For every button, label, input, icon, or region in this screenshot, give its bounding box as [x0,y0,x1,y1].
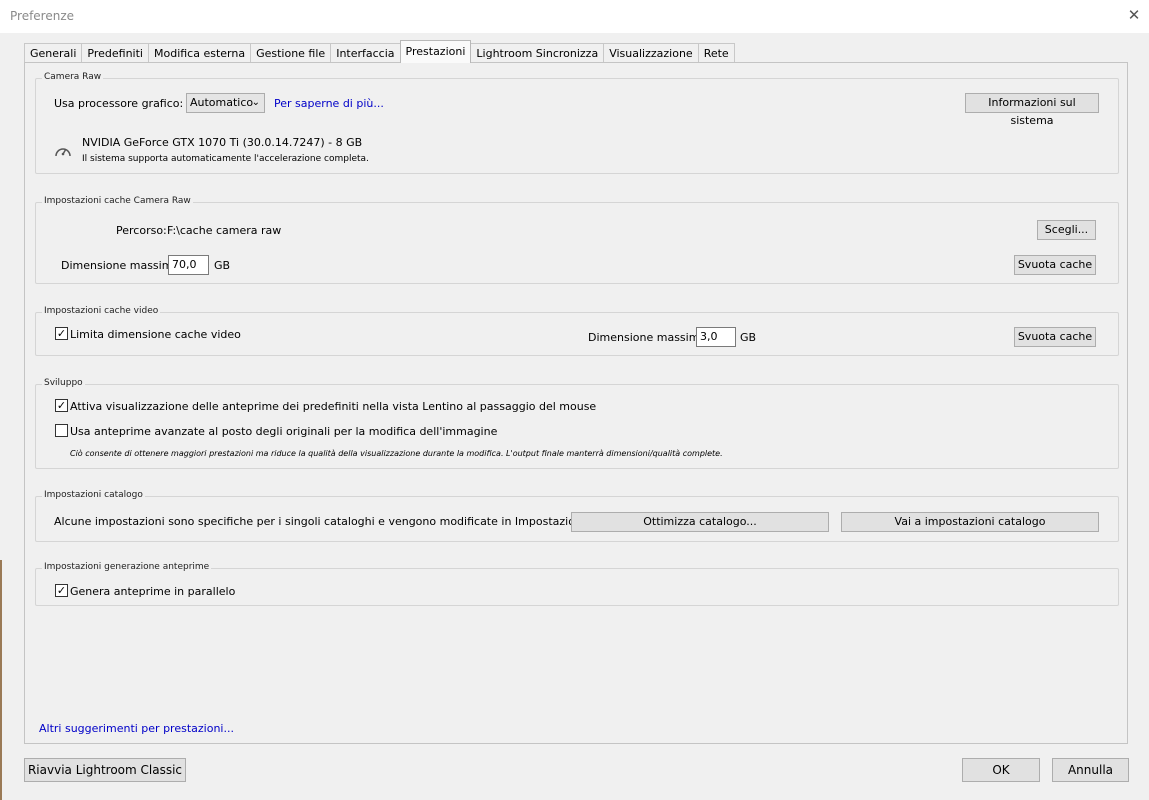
group-label-cache-video: Impostazioni cache video [42,306,161,316]
hover-preview-checkbox[interactable]: ✓ [55,399,68,412]
cache-unit: GB [214,259,231,272]
video-cache-unit: GB [740,331,757,344]
optimize-catalog-button[interactable]: Ottimizza catalogo... [571,512,829,532]
group-label-camera-raw: Camera Raw [42,72,104,82]
path-label: Percorso: [116,224,167,237]
video-max-size-input[interactable]: 3,0 [696,327,736,347]
smart-preview-note: Ciò consente di ottenere maggiori presta… [70,449,723,458]
catalog-description: Alcune impostazioni sono specifiche per … [54,515,640,528]
limit-video-cache-checkbox[interactable]: ✓ [55,327,68,340]
learn-more-link[interactable]: Per saperne di più... [274,97,384,110]
group-label-catalog: Impostazioni catalogo [42,490,145,500]
smart-preview-checkbox[interactable] [55,424,68,437]
tab-gestione-file[interactable]: Gestione file [250,43,332,63]
path-value: F:\cache camera raw [167,224,282,237]
parallel-previews-label: Genera anteprime in parallelo [70,585,236,598]
group-label-develop: Sviluppo [42,378,85,388]
purge-video-cache-button[interactable]: Svuota cache [1014,327,1096,347]
tab-prestazioni[interactable]: Prestazioni [399,40,472,63]
window-title: Preferenze [10,9,75,23]
tab-predefiniti[interactable]: Predefiniti [81,43,149,63]
choose-path-button[interactable]: Scegli... [1037,220,1096,240]
cache-max-size-label: Dimensione massima: [61,259,183,272]
title-bar: Preferenze ✕ [0,0,1149,33]
background-edge [0,560,2,800]
system-info-button[interactable]: Informazioni sul sistema [965,93,1099,127]
close-icon[interactable]: ✕ [1126,7,1142,23]
tab-generali[interactable]: Generali [24,43,83,63]
tab-visualizzazione[interactable]: Visualizzazione [603,43,699,63]
gpu-label: Usa processore grafico: [54,97,184,110]
gpu-select-value: Automatico [190,96,254,109]
video-max-size-label: Dimensione massima: [588,331,710,344]
tab-modifica-esterna[interactable]: Modifica esterna [147,43,252,63]
tab-rete[interactable]: Rete [697,43,735,63]
gpu-name: NVIDIA GeForce GTX 1070 Ti (30.0.14.7247… [82,136,363,149]
gpu-select[interactable]: Automatico ⌄ [186,93,265,113]
hover-preview-label: Attiva visualizzazione delle anteprime d… [70,400,597,413]
ok-button[interactable]: OK [962,758,1040,782]
tab-panel-prestazioni: Camera Raw Usa processore grafico: Autom… [24,62,1128,744]
restart-lightroom-button[interactable]: Riavvia Lightroom Classic [24,758,186,782]
cache-max-size-input[interactable]: 70,0 [168,255,209,275]
group-label-preview-generation: Impostazioni generazione anteprime [42,562,212,572]
gpu-status: Il sistema supporta automaticamente l'ac… [82,154,369,164]
cancel-button[interactable]: Annulla [1052,758,1129,782]
more-tips-link[interactable]: Altri suggerimenti per prestazioni... [39,722,234,735]
purge-camera-raw-cache-button[interactable]: Svuota cache [1014,255,1096,275]
smart-preview-label: Usa anteprime avanzate al posto degli or… [70,425,498,438]
limit-video-cache-label: Limita dimensione cache video [70,328,241,341]
tab-bar: Generali Predefiniti Modifica esterna Gesti… [24,40,735,63]
gauge-icon [53,143,73,159]
parallel-previews-checkbox[interactable]: ✓ [55,584,68,597]
group-label-cache-camera-raw: Impostazioni cache Camera Raw [42,196,193,206]
tab-lightroom-sincronizza[interactable]: Lightroom Sincronizza [470,43,605,63]
chevron-down-icon: ⌄ [251,97,260,108]
tab-interfaccia[interactable]: Interfaccia [330,43,401,63]
goto-catalog-settings-button[interactable]: Vai a impostazioni catalogo [841,512,1099,532]
